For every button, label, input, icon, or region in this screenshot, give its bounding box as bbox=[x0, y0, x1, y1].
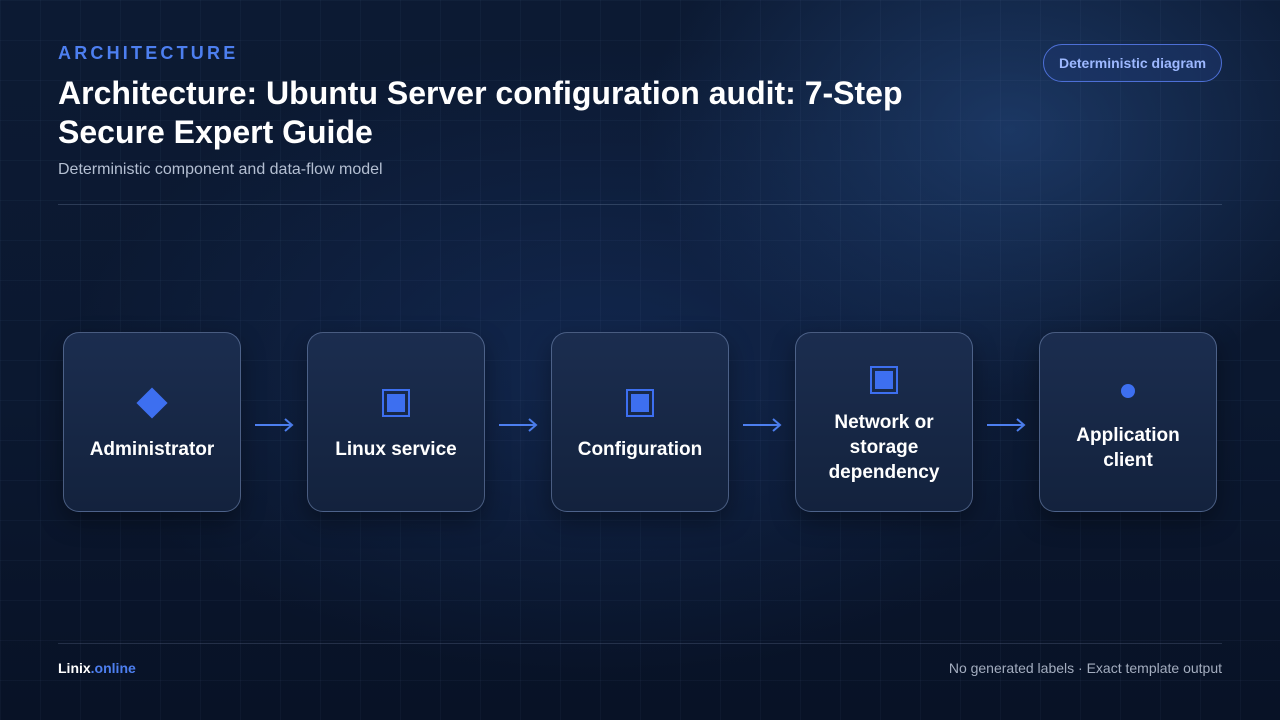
section-eyebrow: ARCHITECTURE bbox=[58, 43, 239, 63]
square-icon bbox=[382, 388, 410, 417]
node-configuration: Configuration bbox=[551, 332, 729, 512]
flow-arrow-3 bbox=[743, 418, 782, 432]
node-label: Administrator bbox=[89, 438, 215, 460]
square-icon bbox=[870, 365, 898, 394]
diagram-type-badge: Deterministic diagram bbox=[1043, 44, 1222, 82]
dot-icon bbox=[1121, 384, 1135, 398]
brand-tld: .online bbox=[90, 660, 136, 676]
flow-arrow-1 bbox=[255, 418, 294, 432]
node-label: Network or storage dependency bbox=[828, 411, 940, 483]
footer-note: No generated labels · Exact template out… bbox=[948, 660, 1222, 676]
footer-divider bbox=[58, 643, 1222, 644]
node-label: Application client bbox=[1076, 425, 1180, 471]
diamond-icon bbox=[136, 386, 168, 419]
brand-name: Linix bbox=[58, 660, 91, 676]
node-linux-service: Linux service bbox=[307, 332, 485, 512]
brand-logo[interactable]: Linix.online bbox=[58, 660, 136, 676]
node-label: Linux service bbox=[335, 438, 457, 460]
page-title: Architecture: Ubuntu Server configuratio… bbox=[58, 75, 903, 150]
node-network-storage-dependency: Network or storage dependency bbox=[795, 332, 973, 512]
square-icon bbox=[626, 388, 654, 417]
flow-arrow-2 bbox=[499, 418, 538, 432]
node-application-client: Application client bbox=[1039, 332, 1217, 512]
flow-arrow-4 bbox=[987, 418, 1026, 432]
node-label: Configuration bbox=[577, 438, 703, 460]
header-divider bbox=[58, 204, 1222, 205]
node-administrator: Administrator bbox=[63, 332, 241, 512]
page-subtitle: Deterministic component and data-flow mo… bbox=[58, 161, 383, 178]
